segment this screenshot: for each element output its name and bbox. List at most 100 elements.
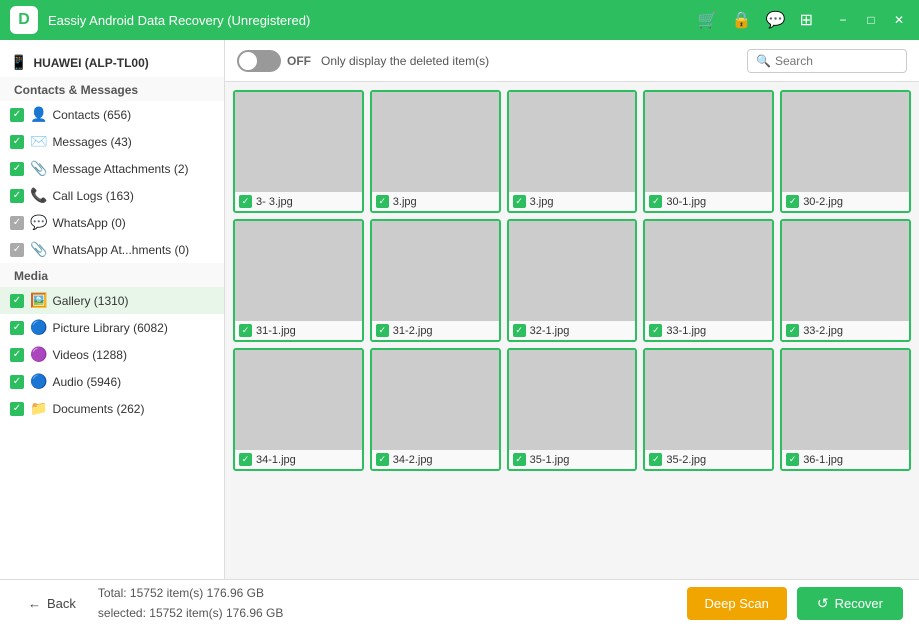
selected-stats: selected: 15752 item(s) 176.96 GB [98,604,283,623]
image-filename: 3.jpg [530,196,554,208]
image-filename: 30-1.jpg [666,196,706,208]
image-cell[interactable]: 33-1.jpg [643,219,774,342]
image-filename: 34-1.jpg [256,454,296,466]
main-layout: 📱 HUAWEI (ALP-TL00) Contacts & Messages … [0,40,919,579]
image-cell[interactable]: 34-1.jpg [233,348,364,471]
search-box[interactable]: 🔍 [747,49,907,73]
image-filename: 34-2.jpg [393,454,433,466]
titlebar: D Eassiy Android Data Recovery (Unregist… [0,0,919,40]
picture-library-icon: 🔵 [30,319,47,336]
image-cell[interactable]: 3.jpg [507,90,638,213]
checkbox-contacts [10,108,24,122]
chat-icon[interactable]: 💬 [766,10,786,30]
image-filename: 3- 3.jpg [256,196,293,208]
image-thumbnail [509,350,636,450]
image-cell[interactable]: 35-2.jpg [643,348,774,471]
checkbox-audio [10,375,24,389]
image-checkbox[interactable] [376,324,389,337]
image-checkbox[interactable] [513,195,526,208]
image-checkbox[interactable] [239,453,252,466]
image-cell[interactable]: 33-2.jpg [780,219,911,342]
image-checkbox[interactable] [513,453,526,466]
image-thumbnail [782,350,909,450]
grid-icon[interactable]: ⊞ [800,10,813,30]
image-cell[interactable]: 30-1.jpg [643,90,774,213]
action-buttons: Deep Scan ↺ Recover [687,587,903,620]
sidebar-item-whatsapp[interactable]: 💬 WhatsApp (0) [0,209,224,236]
close-button[interactable]: ✕ [889,10,909,30]
sidebar-item-gallery[interactable]: 🖼️ Gallery (1310) [0,287,224,314]
image-checkbox[interactable] [786,324,799,337]
image-filename: 33-1.jpg [666,325,706,337]
image-checkbox[interactable] [376,195,389,208]
checkbox-documents [10,402,24,416]
sidebar-item-msg-attachments[interactable]: 📎 Message Attachments (2) [0,155,224,182]
image-cell[interactable]: 31-1.jpg [233,219,364,342]
image-filename: 31-1.jpg [256,325,296,337]
toggle-track[interactable] [237,50,281,72]
image-thumbnail [645,350,772,450]
image-cell[interactable]: 34-2.jpg [370,348,501,471]
sidebar-item-messages[interactable]: ✉️ Messages (43) [0,128,224,155]
image-checkbox[interactable] [786,453,799,466]
app-title: Eassiy Android Data Recovery (Unregister… [48,13,698,28]
image-filename: 30-2.jpg [803,196,843,208]
sidebar-item-call-logs[interactable]: 📞 Call Logs (163) [0,182,224,209]
image-cell[interactable]: 36-1.jpg [780,348,911,471]
sidebar-item-audio[interactable]: 🔵 Audio (5946) [0,368,224,395]
image-grid: 3- 3.jpg 3.jpg 3.jpg 30-1.jpg 30-2.jpg 31-1.j… [225,82,919,579]
sidebar-item-videos[interactable]: 🟣 Videos (1288) [0,341,224,368]
sidebar-item-picture-library[interactable]: 🔵 Picture Library (6082) [0,314,224,341]
recover-button[interactable]: ↺ Recover [797,587,903,620]
sidebar-item-contacts[interactable]: 👤 Contacts (656) [0,101,224,128]
image-checkbox[interactable] [239,195,252,208]
toggle-switch[interactable]: OFF [237,50,311,72]
image-thumbnail [509,92,636,192]
sidebar-item-whatsapp-attachments[interactable]: 📎 WhatsApp At...hments (0) [0,236,224,263]
section-media: Media [0,263,224,287]
image-checkbox[interactable] [513,324,526,337]
checkbox-call-logs [10,189,24,203]
topbar: OFF Only display the deleted item(s) 🔍 [225,40,919,82]
sidebar-item-documents[interactable]: 📁 Documents (262) [0,395,224,422]
device-name: HUAWEI (ALP-TL00) [33,56,148,70]
image-filename: 35-1.jpg [530,454,570,466]
image-cell[interactable]: 3- 3.jpg [233,90,364,213]
image-cell[interactable]: 35-1.jpg [507,348,638,471]
search-input[interactable] [775,54,898,68]
image-checkbox[interactable] [376,453,389,466]
checkbox-whatsapp-attachments [10,243,24,257]
image-thumbnail [235,221,362,321]
checkbox-whatsapp [10,216,24,230]
videos-icon: 🟣 [30,346,47,363]
back-button[interactable]: ← Back [16,590,88,617]
image-filename: 33-2.jpg [803,325,843,337]
lock-icon[interactable]: 🔒 [732,10,752,30]
image-cell[interactable]: 30-2.jpg [780,90,911,213]
image-thumbnail [645,221,772,321]
minimize-button[interactable]: − [833,10,853,30]
image-checkbox[interactable] [649,195,662,208]
search-icon: 🔍 [756,54,771,68]
deep-scan-button[interactable]: Deep Scan [687,587,787,620]
image-cell[interactable]: 31-2.jpg [370,219,501,342]
audio-icon: 🔵 [30,373,47,390]
image-filename: 36-1.jpg [803,454,843,466]
attachment-icon: 📎 [30,160,47,177]
back-arrow-icon: ← [28,596,41,611]
sidebar: 📱 HUAWEI (ALP-TL00) Contacts & Messages … [0,40,225,579]
image-cell[interactable]: 32-1.jpg [507,219,638,342]
toggle-off-label: OFF [287,54,311,68]
section-contacts-messages: Contacts & Messages [0,77,224,101]
toggle-thumb [239,52,257,70]
documents-icon: 📁 [30,400,47,417]
window-controls: − □ ✕ [833,10,909,30]
maximize-button[interactable]: □ [861,10,881,30]
image-cell[interactable]: 3.jpg [370,90,501,213]
image-thumbnail [235,92,362,192]
image-checkbox[interactable] [649,324,662,337]
image-checkbox[interactable] [649,453,662,466]
image-checkbox[interactable] [239,324,252,337]
cart-icon[interactable]: 🛒 [698,10,718,30]
image-checkbox[interactable] [786,195,799,208]
